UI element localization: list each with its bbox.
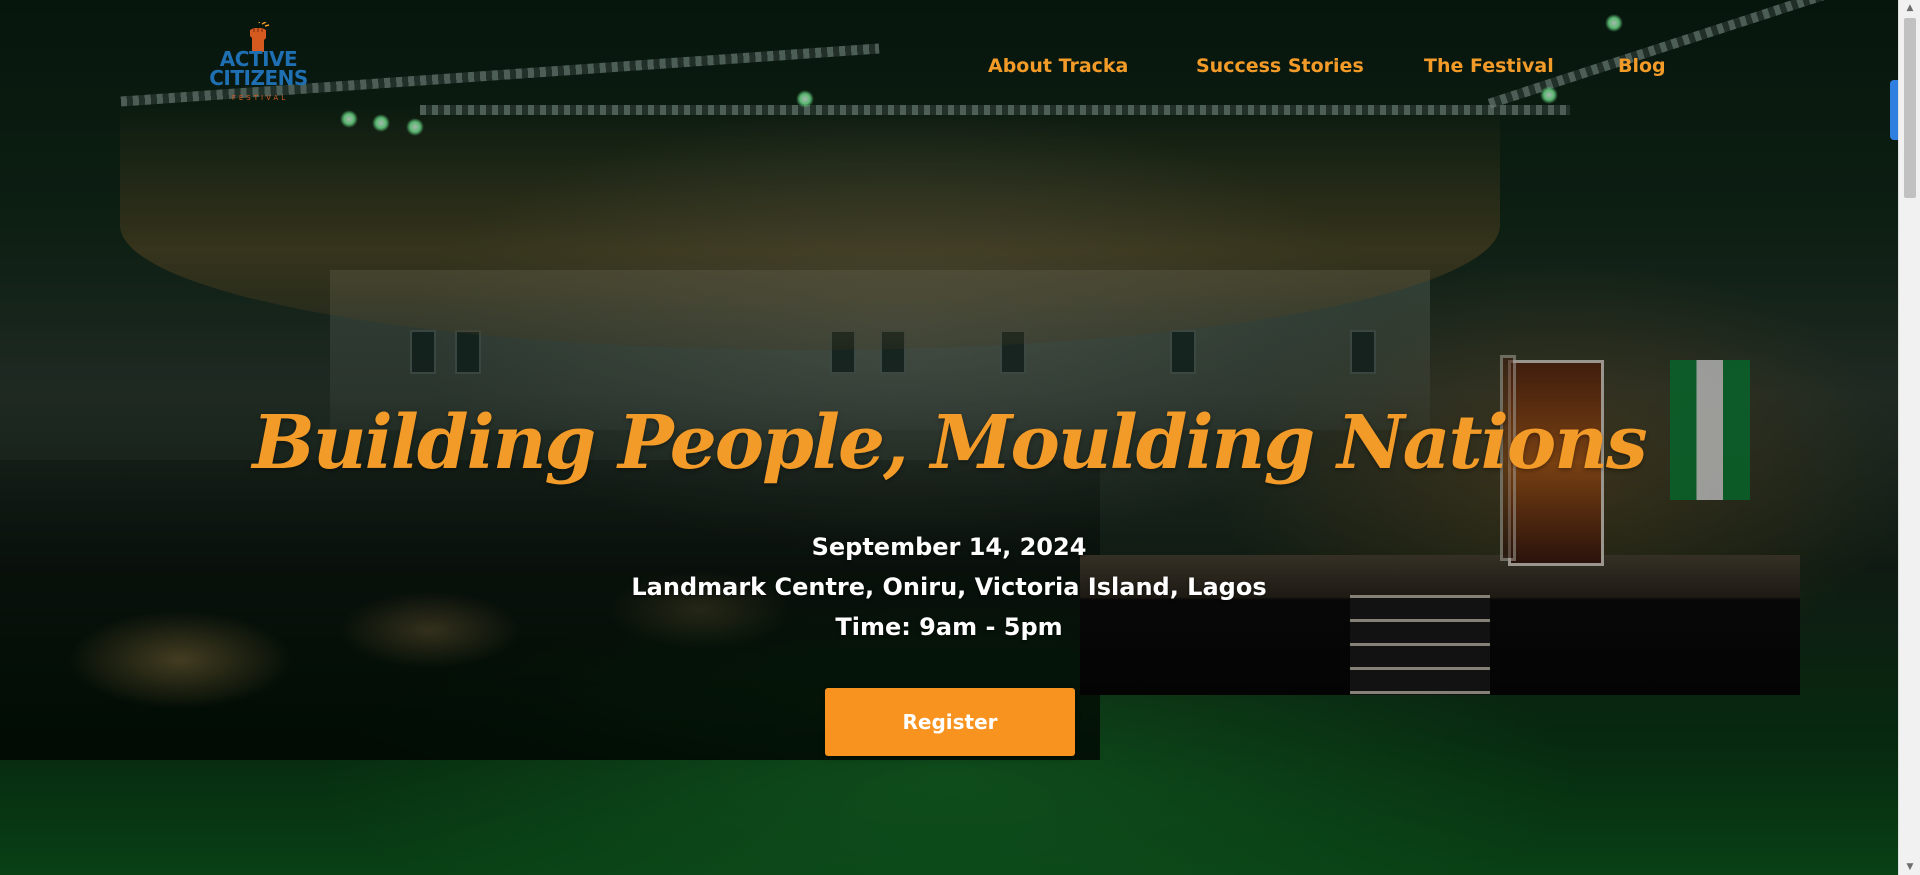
nav-item-the-festival[interactable]: The Festival	[1424, 55, 1554, 77]
vertical-scrollbar[interactable]: ▲ ▼	[1898, 0, 1920, 875]
hero-section: ACTIVE CITIZENS FESTIVAL About Tracka Su…	[0, 0, 1898, 875]
side-widget-tab[interactable]	[1890, 80, 1898, 140]
register-button[interactable]: Register	[825, 688, 1075, 756]
scrollbar-thumb[interactable]	[1904, 18, 1916, 198]
nav-item-success-stories[interactable]: Success Stories	[1196, 55, 1364, 77]
arrow-down-icon[interactable]: ▼	[1899, 859, 1920, 875]
nav-item-about-tracka[interactable]: About Tracka	[988, 55, 1128, 77]
nav-item-blog[interactable]: Blog	[1618, 55, 1666, 77]
arrow-up-icon[interactable]: ▲	[1899, 0, 1920, 16]
event-date: September 14, 2024	[811, 533, 1087, 561]
logo-subtext: FESTIVAL	[231, 94, 289, 102]
event-time: Time: 9am - 5pm	[835, 613, 1063, 641]
event-venue: Landmark Centre, Oniru, Victoria Island,…	[631, 573, 1267, 601]
hero-title: Building People, Moulding Nations	[252, 400, 1647, 486]
main-nav: About Tracka Success Stories The Festiva…	[0, 55, 1898, 85]
